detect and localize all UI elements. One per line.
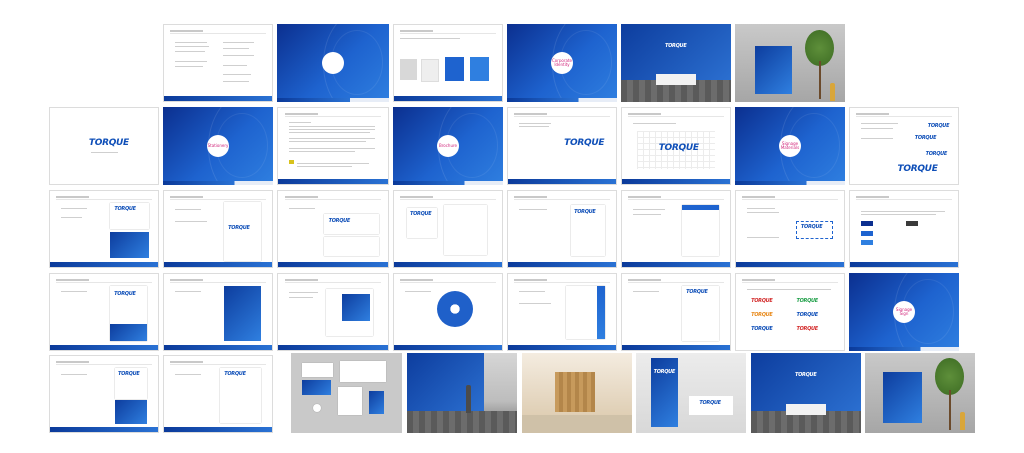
photo-outdoor-sign-tree[interactable] [735,24,845,102]
slide-logo-presentation[interactable]: TORQUE [507,107,617,185]
section-circle: Signage Sign [893,301,915,323]
slide-contents[interactable] [163,24,273,102]
slide-business-card[interactable]: TORQUE [49,190,159,268]
section-title: Stationery [207,143,229,148]
brand-logo: TORQUE [88,138,129,149]
slide-pattern-elements[interactable] [393,24,503,102]
section-circle: Stationery [207,135,229,157]
slide-brochure[interactable]: Brochure [393,107,503,185]
section-circle: Corporate Identity [551,52,573,74]
slide-email-signature[interactable] [507,273,617,351]
photo-wood-office[interactable] [522,353,632,433]
slide-signage-materials[interactable]: Signage Materials [735,107,845,185]
photo-reception-blue-wall[interactable]: TORQUE [621,24,731,102]
photo-reception-banner[interactable]: TORQUE TORQUE [636,353,746,433]
slide-fax-sheet[interactable] [621,190,731,268]
photo-reception-blue-wall-2[interactable]: TORQUE [751,353,861,433]
photo-outdoor-sign-tree-2[interactable] [865,353,975,433]
section-title: Signage Sign [895,307,913,316]
slide-signage-sign[interactable]: Signage Sign [849,273,959,351]
slide-brochure-inside[interactable] [277,273,389,351]
slide-introduction-text[interactable] [277,107,389,185]
section-circle: Signage Materials [779,135,801,157]
slide-invoice[interactable]: TORQUE [163,355,273,433]
slide-compliment-slip[interactable]: TORQUE [507,190,617,268]
slide-logo-grid[interactable]: TORQUE [621,107,731,185]
section-circle: Brochure [437,135,459,157]
slide-logo-misuse[interactable]: TORQUE TORQUE TORQUE TORQUE TORQUE TORQU… [735,273,845,351]
slide-cover-logo[interactable]: TORQUE [49,107,159,185]
slide-corporate-identity[interactable]: Corporate Identity [507,24,617,102]
slide-stationery[interactable]: Stationery [163,107,273,185]
white-circle [322,52,344,74]
slide-color-palette[interactable] [849,190,959,268]
photo-hallway-blue-wall[interactable] [407,353,517,433]
brand-logo: TORQUE [564,138,605,149]
section-title: Brochure [438,143,458,148]
slide-folder-mockup[interactable]: TORQUE [49,355,159,433]
slide-brochure-cover[interactable] [163,273,273,351]
section-title: Corporate Identity [552,58,572,67]
slide-letterhead[interactable]: TORQUE [163,190,273,268]
slide-logo-clearspace[interactable]: TORQUE [735,190,845,268]
brand-logo: TORQUE [658,142,699,153]
slide-folder-dimensions[interactable]: TORQUE [393,190,503,268]
slide-envelope[interactable]: TORQUE [277,190,389,268]
photo-stationery-mockup[interactable] [291,353,402,433]
section-title: Signage Materials [780,141,800,150]
wall-logo: TORQUE [665,42,687,49]
slide-cd-design[interactable] [393,273,503,351]
slide-blue-cover[interactable] [277,24,389,102]
slide-notepad[interactable]: TORQUE [621,273,731,351]
slide-logo-variations[interactable]: TORQUE TORQUE TORQUE TORQUE [849,107,959,185]
slide-flyer[interactable]: TORQUE [49,273,159,351]
cd-disc [437,290,474,327]
